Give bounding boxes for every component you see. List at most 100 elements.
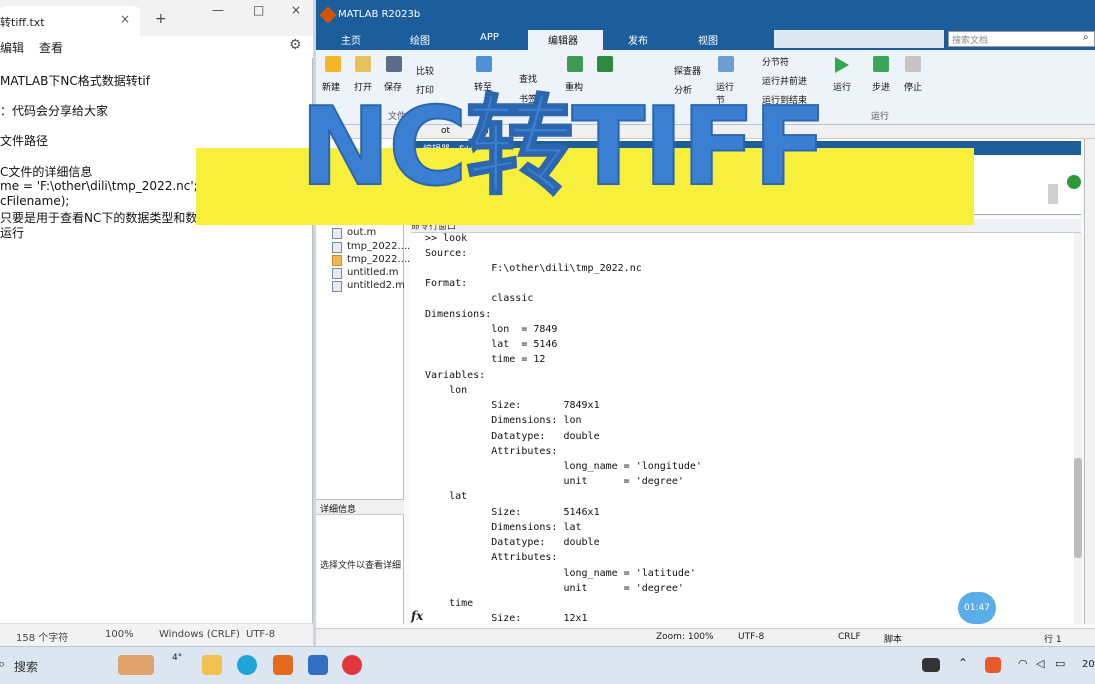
close-window-icon[interactable]: × bbox=[291, 3, 301, 17]
m-file-icon bbox=[332, 228, 342, 239]
command-line: Datatype: double bbox=[425, 431, 600, 442]
section-break-button[interactable]: 分节符 bbox=[762, 55, 789, 68]
app-tray-icon[interactable] bbox=[922, 658, 940, 672]
text-line: C文件的详细信息 bbox=[0, 165, 93, 179]
details-title: 详细信息 bbox=[320, 505, 357, 515]
save-icon[interactable] bbox=[386, 56, 402, 72]
command-line: Size: 7849x1 bbox=[425, 400, 600, 411]
file-item[interactable]: tmp_2022.... bbox=[332, 241, 411, 253]
matlab-status-bar: Zoom: 100% UTF-8 CRLF 脚本 行 1 bbox=[316, 628, 1095, 646]
notepad-window: 转tiff.txt × + — □ × 编辑 查看 ⚙ MATLAB下NC格式数… bbox=[0, 0, 313, 646]
code-ok-icon bbox=[1067, 175, 1081, 189]
run-group-label: 运行 bbox=[871, 112, 890, 122]
command-line: classic bbox=[425, 293, 534, 304]
command-line: time = 12 bbox=[425, 354, 546, 365]
open-icon[interactable] bbox=[355, 56, 371, 72]
notepad-taskbar-icon[interactable] bbox=[308, 655, 328, 675]
matlab-taskbar-icon[interactable] bbox=[273, 655, 293, 675]
gear-icon[interactable]: ⚙ bbox=[289, 37, 302, 53]
line-ending: Windows (CRLF) bbox=[159, 629, 240, 640]
search-icon[interactable]: ⌕ bbox=[0, 657, 5, 672]
speaker-icon[interactable]: ◁ bbox=[1036, 657, 1044, 670]
tab-publish[interactable]: 发布 bbox=[628, 32, 648, 50]
line-status: 行 1 bbox=[1044, 635, 1062, 645]
details-panel-header[interactable]: 详细信息 bbox=[316, 499, 404, 515]
command-line: Attributes: bbox=[425, 446, 558, 457]
char-count: 158 个字符 bbox=[16, 633, 69, 644]
eol-status: CRLF bbox=[838, 632, 861, 642]
menu-view[interactable]: 查看 bbox=[39, 39, 63, 56]
details-hint: 选择文件以查看详细 bbox=[320, 561, 402, 571]
refactor-icon[interactable] bbox=[567, 56, 583, 72]
step-icon[interactable] bbox=[873, 56, 889, 72]
weather-temp[interactable]: 4° bbox=[172, 653, 182, 663]
chevron-up-icon[interactable]: ⌃ bbox=[958, 656, 968, 670]
file-explorer-icon[interactable] bbox=[202, 655, 222, 675]
run-icon[interactable] bbox=[835, 57, 849, 73]
profiler-button[interactable]: 探查器 bbox=[674, 64, 701, 77]
music-app-icon[interactable] bbox=[342, 655, 362, 675]
tab-plots[interactable]: 绘图 bbox=[410, 32, 430, 50]
compare-button[interactable]: 比较 bbox=[416, 64, 434, 77]
tab-view[interactable]: 视图 bbox=[698, 32, 718, 50]
find-button[interactable]: 查找 bbox=[519, 72, 537, 85]
ribbon-tabs: 主页 绘图 APP 编辑器 发布 视图 搜索文档 ⌕ bbox=[316, 30, 1095, 50]
recording-timer-badge: 01:47 bbox=[958, 592, 996, 624]
step-button[interactable]: 步进 bbox=[872, 80, 890, 93]
file-name: untitled2.m bbox=[347, 280, 405, 291]
command-line: long_name = 'longitude' bbox=[425, 461, 702, 472]
taskbar-search[interactable]: 搜索 bbox=[14, 658, 38, 675]
widget-icon[interactable] bbox=[118, 655, 154, 675]
run-button[interactable]: 运行 bbox=[833, 80, 851, 93]
stop-icon[interactable] bbox=[905, 56, 921, 72]
tab-apps[interactable]: APP bbox=[480, 32, 499, 50]
file-name: tmp_2022.... bbox=[347, 254, 411, 265]
tab-home[interactable]: 主页 bbox=[341, 32, 361, 50]
goto-icon[interactable] bbox=[476, 56, 492, 72]
command-line: Size: 5146x1 bbox=[425, 507, 600, 518]
encoding-status: UTF-8 bbox=[738, 632, 765, 642]
command-line: F:\other\dili\tmp_2022.nc bbox=[425, 263, 642, 274]
editor-scrollbar[interactable] bbox=[1048, 184, 1058, 204]
file-type-status: 脚本 bbox=[884, 635, 903, 645]
quick-access-toolbar[interactable] bbox=[774, 30, 944, 48]
maximize-icon[interactable]: □ bbox=[253, 3, 264, 17]
battery-icon[interactable]: ▭ bbox=[1055, 657, 1065, 670]
fx-icon[interactable]: fx bbox=[411, 609, 423, 623]
taskbar-clock[interactable]: 202 bbox=[1082, 659, 1095, 670]
file-item[interactable]: untitled2.m bbox=[332, 280, 405, 292]
close-tab-icon[interactable]: × bbox=[120, 12, 130, 26]
stop-button[interactable]: 停止 bbox=[904, 80, 922, 93]
file-name: tmp_2022.... bbox=[347, 241, 411, 252]
code-icon[interactable] bbox=[597, 56, 613, 72]
new-tab-icon[interactable]: + bbox=[155, 11, 167, 27]
command-window[interactable]: >> look Source: F:\other\dili\tmp_2022.n… bbox=[411, 233, 1076, 624]
command-line: unit = 'degree' bbox=[425, 476, 684, 487]
file-name: untitled.m bbox=[347, 267, 399, 278]
file-item[interactable]: out.m bbox=[332, 227, 376, 239]
menu-edit[interactable]: 编辑 bbox=[0, 39, 24, 56]
doc-search-box[interactable]: 搜索文档 ⌕ bbox=[948, 31, 1095, 47]
notepad-tab-bar: 转tiff.txt × + — □ × bbox=[0, 0, 313, 36]
minimize-icon[interactable]: — bbox=[212, 3, 224, 17]
command-line: unit = 'degree' bbox=[425, 583, 684, 594]
wifi-icon[interactable]: ◠ bbox=[1018, 657, 1028, 670]
new-icon[interactable] bbox=[325, 56, 341, 72]
notepad-tab[interactable]: 转tiff.txt × bbox=[0, 6, 140, 36]
run-section-icon[interactable] bbox=[718, 56, 734, 72]
text-line: 只要是用于查看NC下的数据类型和数据 bbox=[0, 211, 210, 225]
matlab-titlebar: MATLAB R2023b bbox=[316, 0, 1095, 30]
encoding: UTF-8 bbox=[246, 629, 276, 640]
banner-title: NC转TIFF bbox=[299, 85, 828, 210]
file-item[interactable]: tmp_2022.... bbox=[332, 254, 411, 266]
tab-editor[interactable]: 编辑器 bbox=[548, 32, 578, 50]
scroll-thumb[interactable] bbox=[1074, 458, 1082, 558]
text-line: MATLAB下NC格式数据转tif bbox=[0, 74, 150, 88]
edge-browser-icon[interactable] bbox=[237, 655, 257, 675]
workspace-panel-edge[interactable] bbox=[1084, 139, 1095, 624]
text-line: ：代码会分享给大家 bbox=[0, 104, 109, 118]
command-line: Variables: bbox=[425, 370, 486, 381]
file-item[interactable]: untitled.m bbox=[332, 267, 399, 279]
command-scrollbar[interactable] bbox=[1074, 233, 1082, 624]
wps-tray-icon[interactable] bbox=[985, 657, 1001, 673]
